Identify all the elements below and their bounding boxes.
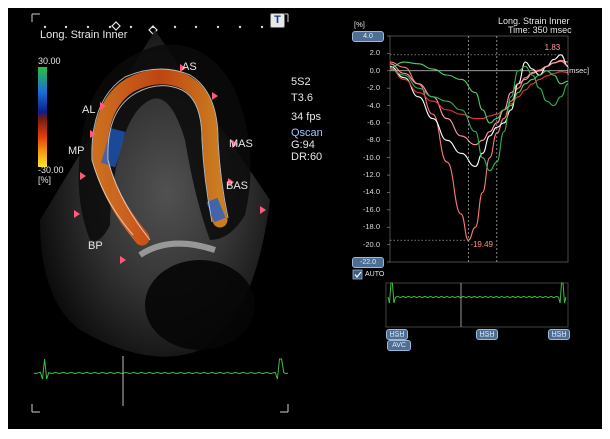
y-unit: [%]	[354, 20, 365, 29]
segment-label-as: AS	[182, 61, 197, 73]
strain-overlay-blue	[206, 197, 226, 223]
auto-label: AUTO	[365, 271, 385, 278]
ultrasound-screen	[0, 0, 610, 435]
avc-button[interactable]: AVC	[387, 340, 411, 351]
y-tick-label[interactable]: -22.0	[352, 257, 384, 268]
gain-label: G:94	[291, 139, 315, 151]
y-tick-label: -16.0	[362, 204, 380, 214]
y-tick-label: -18.0	[362, 222, 380, 232]
y-tick-label[interactable]: 4.0	[352, 31, 384, 42]
tissue-label: T3.6	[291, 92, 314, 104]
la-cavity	[145, 260, 255, 350]
colorbar-min: -30.00	[38, 165, 64, 175]
colorbar-unit: [%]	[38, 175, 52, 185]
left-title: Long. Strain Inner	[40, 29, 128, 41]
scan-mode-label: Qscan	[291, 127, 323, 139]
y-tick-label: -8.0	[367, 135, 380, 145]
y-tick-label: -6.0	[367, 117, 380, 127]
y-tick-label: -10.0	[362, 152, 380, 162]
y-tick-label: -20.0	[362, 239, 380, 249]
colorbar-max: 30.00	[38, 56, 61, 66]
x-unit: [msec]	[567, 66, 590, 75]
peak-value-label: 1.83	[544, 42, 561, 52]
dynamic-range-label: DR:60	[291, 151, 323, 163]
y-tick-label: -4.0	[367, 100, 380, 110]
text-tool-button[interactable]: T	[270, 13, 285, 28]
hsh-button-3[interactable]: H̲S̲H̲	[548, 329, 570, 340]
segment-label-bp: BP	[88, 240, 103, 252]
probe-label: 5S2	[291, 76, 311, 88]
y-tick-label: 2.0	[369, 48, 380, 58]
segment-label-al: AL	[82, 104, 96, 116]
segment-label-bas: BAS	[226, 180, 249, 192]
segment-label-mas: MAS	[229, 138, 253, 150]
y-tick-label: 0.0	[369, 65, 380, 75]
hsh-button-2[interactable]: H̲S̲H̲	[476, 329, 498, 340]
time-readout: Time: 350 msec	[508, 25, 572, 35]
segment-label-mp: MP	[68, 145, 85, 157]
hsh-button-1[interactable]: H̲S̲H̲	[386, 329, 408, 340]
auto-checkbox[interactable]	[352, 269, 363, 280]
y-tick-label: -2.0	[367, 83, 380, 93]
y-tick-label: -12.0	[362, 170, 380, 180]
colorbar	[38, 67, 47, 167]
peak-value-label: -19.49	[470, 240, 493, 250]
y-tick-label: -14.0	[362, 187, 380, 197]
frame-rate-label: 34 fps	[291, 111, 321, 123]
